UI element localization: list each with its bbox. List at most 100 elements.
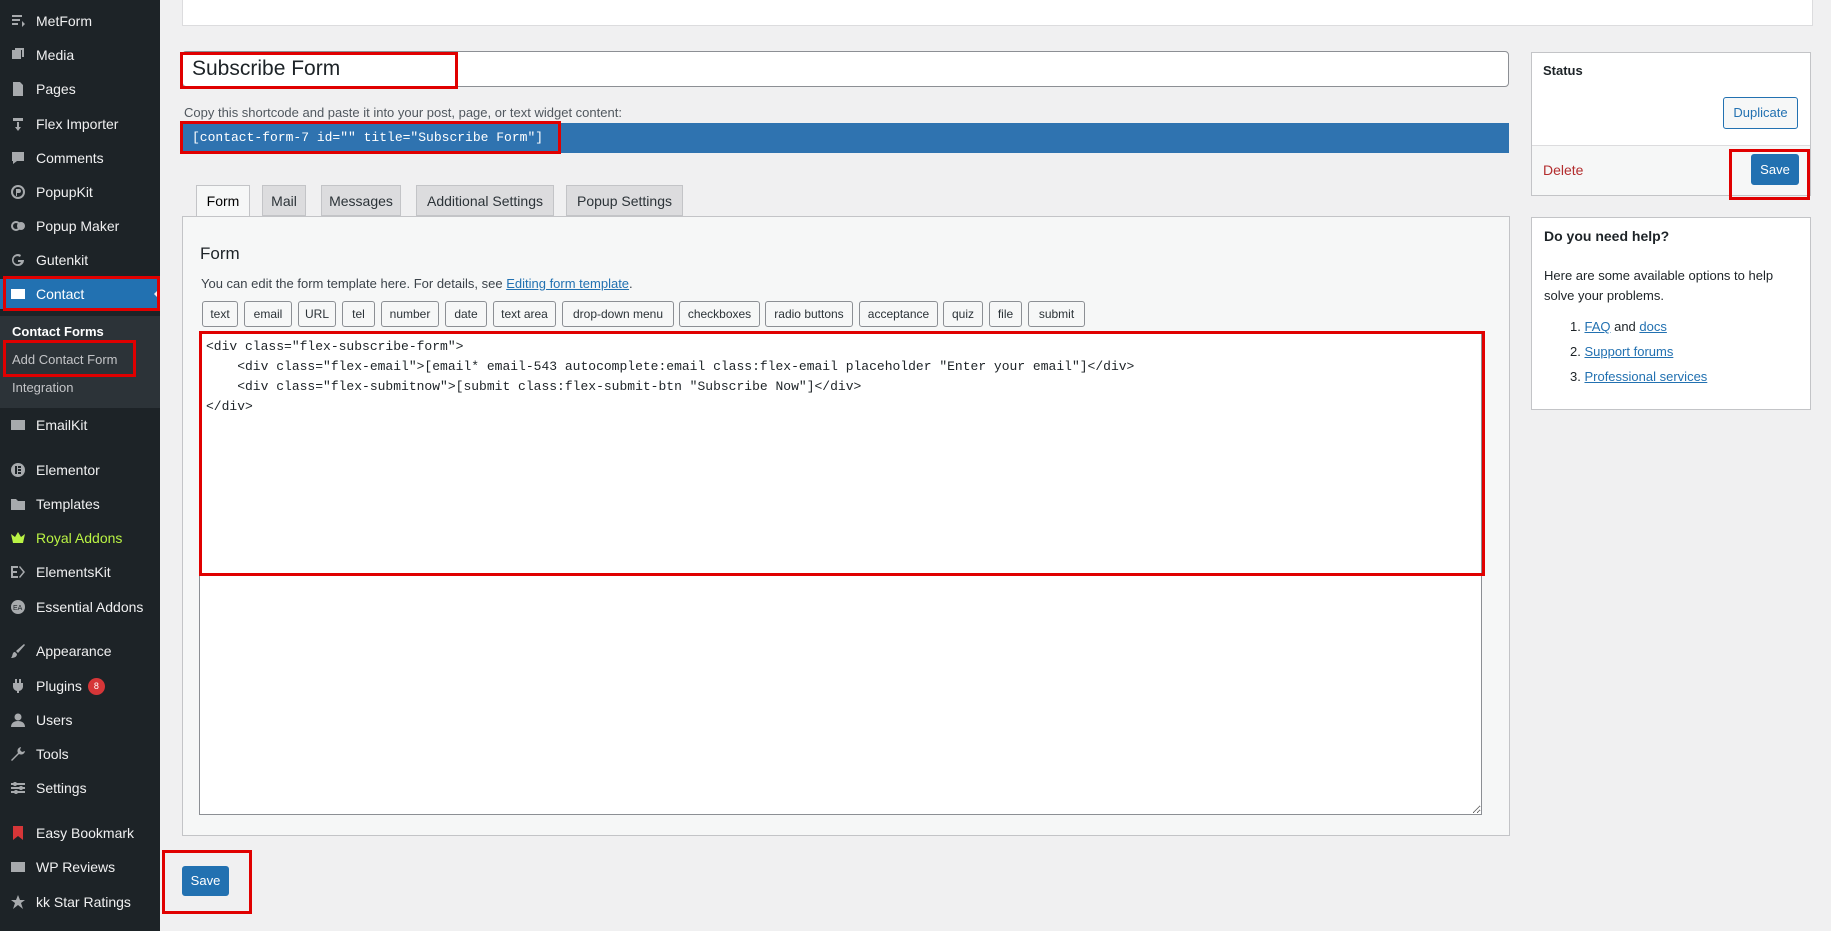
tab-popup-settings[interactable]: Popup Settings: [566, 185, 683, 216]
tab-additional-settings[interactable]: Additional Settings: [416, 185, 554, 216]
tag-button-radio-buttons[interactable]: radio buttons: [765, 301, 853, 327]
docs-link[interactable]: docs: [1639, 319, 1666, 334]
media-icon: [8, 45, 28, 65]
tag-button-checkboxes[interactable]: checkboxes: [679, 301, 760, 327]
sidebar-item-tools[interactable]: Tools: [0, 739, 160, 769]
sidebar-item-label: Plugins: [36, 678, 82, 694]
sidebar-item-appearance[interactable]: Appearance: [0, 636, 160, 666]
sidebar-item-easy-bookmark[interactable]: Easy Bookmark: [0, 818, 160, 848]
shortcode-field[interactable]: [contact-form-7 id="" title="Subscribe F…: [182, 123, 1509, 153]
admin-sidebar: MetForm Media Pages Flex Importer Commen…: [0, 0, 160, 931]
tag-button-date[interactable]: date: [445, 301, 487, 327]
sidebar-item-label: Elementor: [36, 462, 100, 478]
help-item-number: 3.: [1570, 369, 1581, 384]
comments-icon: [8, 148, 28, 168]
star-icon: [8, 892, 28, 912]
gutenkit-icon: [8, 250, 28, 270]
sidebar-item-plugins[interactable]: Plugins 8: [0, 671, 160, 701]
delete-link[interactable]: Delete: [1543, 162, 1583, 178]
tag-button-submit[interactable]: submit: [1028, 301, 1085, 327]
sidebar-item-label: ElementsKit: [36, 564, 111, 580]
email-icon: [8, 415, 28, 435]
sidebar-item-contact[interactable]: Contact: [0, 279, 160, 309]
current-menu-arrow: [154, 288, 160, 300]
sidebar-item-label: Pages: [36, 81, 76, 97]
reviews-icon: [8, 857, 28, 877]
settings-icon: [8, 778, 28, 798]
sidebar-item-gutenkit[interactable]: Gutenkit: [0, 245, 160, 275]
sidebar-item-elementskit[interactable]: ElementsKit: [0, 557, 160, 587]
svg-text:EA: EA: [13, 605, 23, 612]
panel-hint: You can edit the form template here. For…: [201, 276, 633, 291]
sidebar-item-wp-reviews[interactable]: WP Reviews: [0, 852, 160, 882]
sidebar-item-label: Easy Bookmark: [36, 825, 135, 841]
popup-maker-icon: [8, 216, 28, 236]
tag-button-text-area[interactable]: text area: [493, 301, 556, 327]
pages-icon: [8, 79, 28, 99]
tab-form[interactable]: Form: [196, 185, 250, 218]
sidebar-item-label: Gutenkit: [36, 252, 89, 268]
tag-button-email[interactable]: email: [244, 301, 292, 327]
tag-button-url[interactable]: URL: [298, 301, 336, 327]
sidebar-item-elementor[interactable]: Elementor: [0, 455, 160, 485]
import-icon: [8, 114, 28, 134]
sidebar-item-label: Royal Addons: [36, 530, 123, 546]
sidebar-item-comments[interactable]: Comments: [0, 143, 160, 173]
bookmark-icon: [8, 823, 28, 843]
sidebar-item-label: Media: [36, 47, 75, 63]
sidebar-item-royal-addons[interactable]: Royal Addons: [0, 523, 160, 553]
metform-icon: [8, 11, 28, 31]
sidebar-item-media[interactable]: Media: [0, 40, 160, 70]
sidebar-item-flex-importer[interactable]: Flex Importer: [0, 109, 160, 139]
form-template-editor[interactable]: <div class="flex-subscribe-form"> <div c…: [199, 333, 1482, 815]
sidebar-item-label: Contact: [36, 286, 85, 302]
submenu-contact-forms[interactable]: Contact Forms: [12, 324, 104, 339]
tab-messages[interactable]: Messages: [321, 185, 401, 216]
sidebar-item-label: Users: [36, 712, 73, 728]
sidebar-item-label: Templates: [36, 496, 100, 512]
sidebar-item-label: Comments: [36, 150, 104, 166]
sidebar-item-label: Essential Addons: [36, 599, 144, 615]
sidebar-item-essential-addons[interactable]: EA Essential Addons: [0, 592, 160, 622]
tag-button-text[interactable]: text: [202, 301, 238, 327]
submenu-integration[interactable]: Integration: [12, 380, 73, 395]
tag-button-tel[interactable]: tel: [342, 301, 375, 327]
tag-button-acceptance[interactable]: acceptance: [859, 301, 938, 327]
sidebar-item-users[interactable]: Users: [0, 705, 160, 735]
tab-mail[interactable]: Mail: [262, 185, 306, 216]
save-button-status[interactable]: Save: [1751, 154, 1799, 185]
editing-form-template-link[interactable]: Editing form template: [506, 276, 629, 291]
sidebar-item-kk-star-ratings[interactable]: kk Star Ratings: [0, 887, 160, 917]
sidebar-item-templates[interactable]: Templates: [0, 489, 160, 519]
mail-icon: [8, 284, 28, 304]
folder-icon: [8, 494, 28, 514]
support-forums-link[interactable]: Support forums: [1584, 344, 1673, 359]
sidebar-item-popupkit[interactable]: PopupKit: [0, 177, 160, 207]
tag-button-quiz[interactable]: quiz: [943, 301, 983, 327]
help-intro: Here are some available options to help …: [1544, 268, 1774, 303]
sidebar-item-settings[interactable]: Settings: [0, 773, 160, 803]
professional-services-link[interactable]: Professional services: [1584, 369, 1707, 384]
form-title-input[interactable]: [182, 51, 1509, 87]
user-icon: [8, 710, 28, 730]
panel-title: Form: [200, 244, 240, 263]
faq-link[interactable]: FAQ: [1584, 319, 1610, 334]
save-button-bottom[interactable]: Save: [182, 866, 229, 896]
popupkit-icon: [8, 182, 28, 202]
sidebar-item-pages[interactable]: Pages: [0, 74, 160, 104]
sidebar-item-label: WP Reviews: [36, 859, 116, 875]
sidebar-item-popup-maker[interactable]: Popup Maker: [0, 211, 160, 241]
sidebar-item-metform[interactable]: MetForm: [0, 6, 160, 36]
submenu-add-contact-form[interactable]: Add Contact Form: [12, 352, 118, 367]
tag-button-drop-down-menu[interactable]: drop-down menu: [562, 301, 674, 327]
help-item-number: 1.: [1570, 319, 1581, 334]
sidebar-item-emailkit[interactable]: EmailKit: [0, 410, 160, 440]
tag-button-number[interactable]: number: [381, 301, 439, 327]
duplicate-button[interactable]: Duplicate: [1723, 97, 1798, 129]
help-item-text: and: [1610, 319, 1640, 334]
help-title: Do you need help?: [1544, 228, 1670, 244]
wrench-icon: [8, 744, 28, 764]
elementskit-icon: [8, 562, 28, 582]
tag-button-file[interactable]: file: [989, 301, 1022, 327]
help-item-1: 1. FAQ and docs: [1570, 314, 1707, 339]
